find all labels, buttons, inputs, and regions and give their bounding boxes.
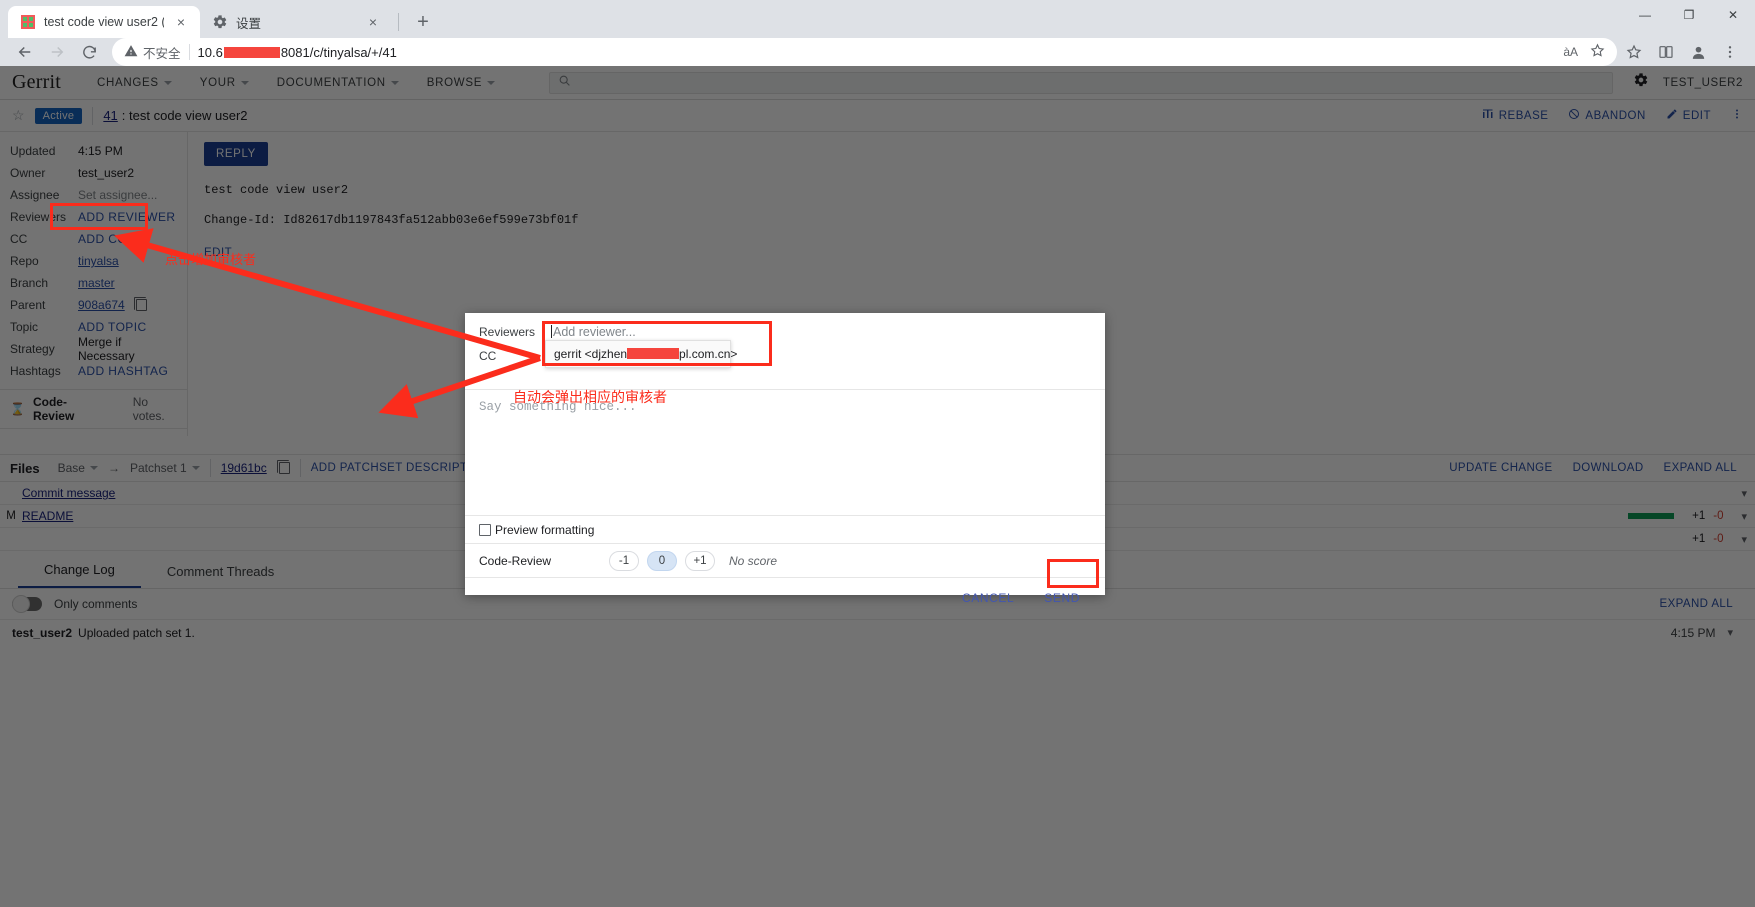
autocomplete-prefix: gerrit <djzhen [554,347,628,361]
screenshot-root: test code view user2 (Id82617db × 设置 × + [0,0,1755,907]
reply-message-textarea[interactable]: Say something nice... [465,389,1105,515]
autocomplete-suffix: pl.com.cn> [679,347,738,361]
browser-toolbar: 不安全 10.6 8081/c/tinyalsa/+/41 àA [0,38,1755,66]
close-window-button[interactable]: ✕ [1711,0,1755,30]
maximize-button[interactable]: ❐ [1667,0,1711,30]
redaction-block [627,348,680,359]
tab-strip: test code view user2 (Id82617db × 设置 × + [0,0,437,38]
reviewer-autocomplete-dropdown[interactable]: gerrit <djzhen pl.com.cn> [545,340,737,368]
forward-icon [42,38,72,66]
url-suffix: 8081/c/tinyalsa/+/41 [280,44,397,60]
browser-tab-title: test code view user2 (Id82617db [44,15,164,29]
send-button[interactable]: SEND [1038,587,1086,609]
redaction-block [223,46,280,58]
add-reviewer-input[interactable]: Add reviewer... [551,325,636,339]
new-tab-button[interactable]: + [409,8,437,36]
tab-divider [398,13,399,31]
code-review-label: Code-Review [479,553,552,568]
score-value: No score [729,553,778,568]
preview-formatting-label: Preview formatting [495,522,595,537]
minimize-button[interactable]: — [1623,0,1667,30]
score-chip-minus1[interactable]: -1 [609,550,639,571]
preview-formatting-checkbox[interactable] [479,523,491,536]
warning-triangle-icon [124,44,138,61]
star-icon[interactable] [1590,43,1605,61]
reviewers-label: Reviewers [479,325,536,339]
translate-icon[interactable]: àA [1563,45,1578,59]
window-controls: — ❐ ✕ [1623,0,1755,30]
back-icon[interactable] [10,38,40,66]
reviewer-placeholder: Add reviewer... [553,325,636,339]
address-bar[interactable]: 不安全 10.6 8081/c/tinyalsa/+/41 àA [112,38,1617,66]
gerrit-favicon [20,14,36,30]
browser-tab-1[interactable]: test code view user2 (Id82617db × [8,6,200,38]
profile-icon[interactable] [1683,38,1713,66]
cancel-button[interactable]: CANCEL [956,587,1020,609]
preview-formatting-row[interactable]: Preview formatting [465,515,1105,543]
cc-label: CC [479,349,497,363]
url-text: 10.6 8081/c/tinyalsa/+/41 [198,45,397,60]
favorites-icon[interactable] [1651,38,1681,66]
not-secure-label: 不安全 [143,46,181,61]
reload-icon[interactable] [74,38,104,66]
close-icon[interactable]: × [172,13,190,31]
browser-tab-title: 设置 [236,16,262,31]
browser-chrome: test code view user2 (Id82617db × 设置 × + [0,0,1755,66]
autocomplete-option[interactable]: gerrit <djzhen pl.com.cn> [554,347,737,361]
text-caret [551,325,552,338]
omnibox-actions: àA [1553,43,1605,61]
collections-icon[interactable] [1619,38,1649,66]
more-icon[interactable] [1715,38,1745,66]
score-chip-zero[interactable]: 0 [647,550,677,571]
annotation-text-add-reviewer: 点击增加审核者 [165,252,257,267]
not-secure-indicator[interactable]: 不安全 [124,43,181,62]
close-icon[interactable]: × [364,13,382,31]
gear-icon [212,14,228,30]
reply-dialog-actions: CANCEL SEND [465,577,1105,617]
omnibox-divider [188,44,190,60]
code-review-score-row: Code-Review -1 0 +1 No score [465,543,1105,577]
browser-tab-2[interactable]: 设置 × [200,6,392,38]
score-chip-plus1[interactable]: +1 [685,550,715,571]
url-prefix: 10.6 [197,44,223,60]
annotation-text-autocomplete: 自动会弹出相应的审核者 [513,389,667,405]
